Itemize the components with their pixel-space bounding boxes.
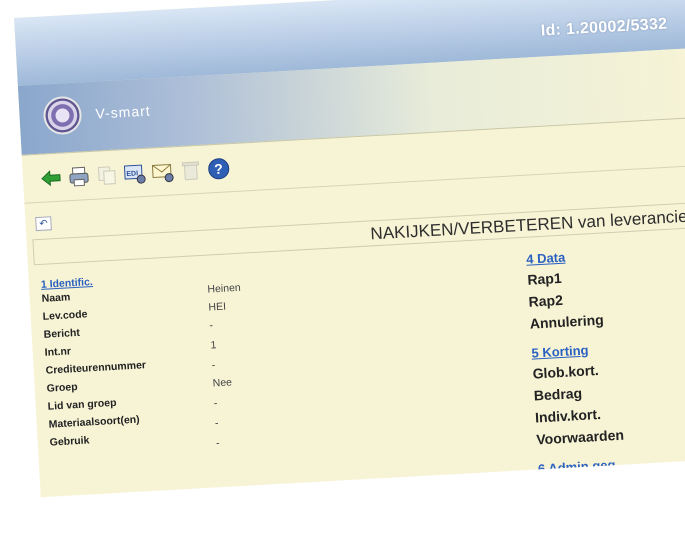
field-label-crediteurennummer: Crediteurennummer	[45, 359, 147, 377]
page-title-bar: NAKIJKEN/VERBETEREN van leverancier	[32, 201, 685, 266]
page-title: NAKIJKEN/VERBETEREN van leverancier	[369, 206, 685, 244]
svg-text:?: ?	[214, 161, 223, 177]
field-value-intnr: 1	[210, 339, 217, 352]
field-value-crediteurennummer: -	[211, 359, 216, 372]
data-item-rap2[interactable]: Rap2	[528, 292, 563, 310]
edi-icon[interactable]: EDI	[122, 161, 147, 186]
field-value-groep: Nee	[212, 376, 233, 390]
section-link-data[interactable]: 4 Data	[526, 250, 566, 267]
field-label-naam: Naam	[41, 291, 71, 305]
vsmart-logo-icon	[42, 95, 83, 136]
field-label-gebruik: Gebruik	[49, 434, 90, 449]
section-link-admin[interactable]: 6 Admin.geg.	[538, 457, 620, 477]
help-icon[interactable]: ?	[206, 156, 231, 181]
field-label-lid-van-groep: Lid van groep	[47, 396, 117, 413]
application-window: Id: 1.20002/5332 Ge V-smart EDI ? ↶ NAKI…	[14, 0, 685, 498]
svg-text:EDI: EDI	[126, 170, 138, 178]
mail-icon[interactable]	[150, 159, 175, 184]
field-value-gebruik: -	[215, 437, 220, 450]
arrow-left-icon[interactable]	[38, 166, 63, 191]
trash-icon[interactable]	[178, 158, 203, 183]
korting-item-voorwaarden[interactable]: Voorwaarden	[536, 427, 624, 448]
korting-item-bedrag[interactable]: Bedrag	[533, 385, 582, 404]
brand-name: V-smart	[95, 102, 152, 122]
data-item-rap1[interactable]: Rap1	[527, 270, 562, 288]
print-icon[interactable]	[66, 164, 91, 189]
copy-icon[interactable]	[94, 162, 119, 187]
field-value-lid-van-groep: -	[213, 397, 218, 410]
field-value-bericht: -	[209, 319, 214, 332]
field-value-materiaalsoorten: -	[214, 417, 219, 430]
data-item-annulering[interactable]: Annulering	[529, 312, 604, 332]
field-label-materiaalsoorten: Materiaalsoort(en)	[48, 413, 140, 431]
field-value-levcode: HEI	[208, 300, 227, 314]
section-link-korting[interactable]: 5 Korting	[531, 342, 589, 360]
field-label-intnr: Int.nr	[44, 345, 72, 359]
korting-item-indiv-kort[interactable]: Indiv.kort.	[535, 406, 602, 426]
field-label-bericht: Bericht	[43, 326, 81, 341]
korting-item-glob-kort[interactable]: Glob.kort.	[532, 362, 599, 382]
record-id-label: Id: 1.20002/5332	[540, 15, 668, 40]
field-label-groep: Groep	[46, 381, 78, 395]
section-link-identification[interactable]: 1 Identific.	[41, 276, 94, 291]
field-value-naam: Heinen	[207, 281, 242, 296]
undo-button[interactable]: ↶	[35, 216, 52, 232]
field-label-levcode: Lev.code	[42, 308, 88, 323]
